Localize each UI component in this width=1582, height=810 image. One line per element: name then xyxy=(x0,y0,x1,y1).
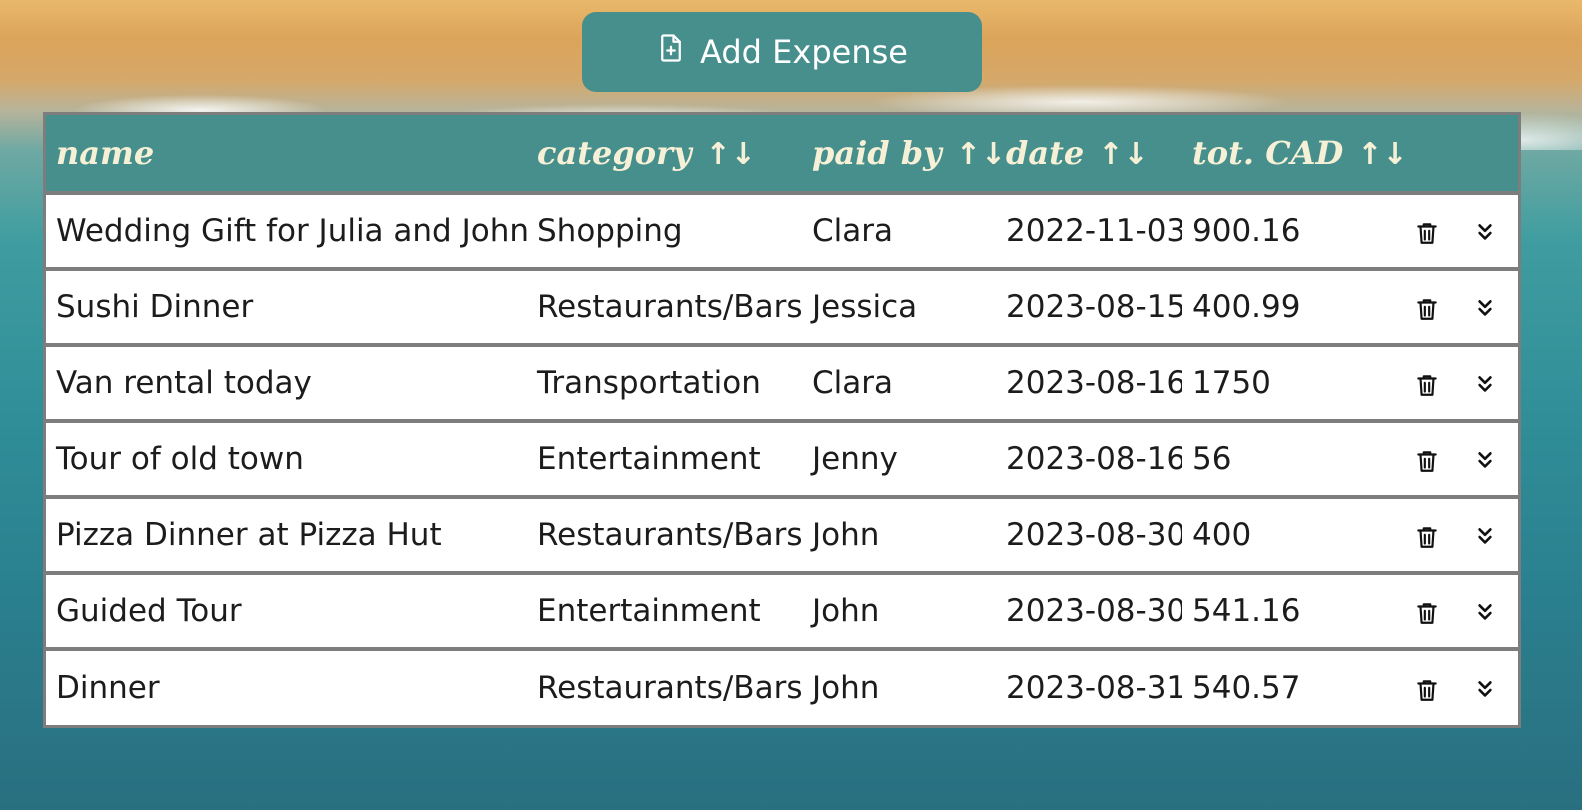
cell-category: Entertainment xyxy=(537,441,761,477)
chevron-double-down-icon[interactable] xyxy=(1470,218,1500,248)
table-row: Guided Tour Entertainment John 2023-08-3… xyxy=(46,573,1518,649)
row-actions xyxy=(1382,573,1518,649)
cell-total: 540.57 xyxy=(1192,670,1301,706)
cell-date: 2023-08-16 xyxy=(1006,365,1182,401)
chevron-double-down-icon[interactable] xyxy=(1470,294,1500,324)
column-header-label: name xyxy=(56,134,155,172)
row-actions xyxy=(1382,649,1518,725)
cell-name: Pizza Dinner at Pizza Hut xyxy=(56,517,442,553)
column-header-total: tot. CAD ↑↓ xyxy=(1182,115,1408,193)
cell-total: 1750 xyxy=(1192,365,1271,401)
trash-icon[interactable] xyxy=(1412,294,1442,324)
chevron-double-down-icon[interactable] xyxy=(1470,598,1500,628)
column-header-date: date ↑↓ xyxy=(996,115,1182,193)
chevron-double-down-icon[interactable] xyxy=(1470,446,1500,476)
trash-icon[interactable] xyxy=(1412,446,1442,476)
trash-icon[interactable] xyxy=(1412,675,1442,705)
trash-icon[interactable] xyxy=(1412,370,1442,400)
cell-date: 2023-08-15 xyxy=(1006,289,1182,325)
row-actions xyxy=(1382,345,1518,421)
add-expense-button[interactable]: Add Expense xyxy=(582,12,982,92)
table-row: Tour of old town Entertainment Jenny 202… xyxy=(46,421,1518,497)
cell-paid-by: John xyxy=(812,670,880,706)
table-row: Wedding Gift for Julia and John Shopping… xyxy=(46,193,1518,269)
column-header-label: paid by xyxy=(812,134,942,172)
table-row: Van rental today Transportation Clara 20… xyxy=(46,345,1518,421)
column-header-paid-by: paid by ↑↓ xyxy=(802,115,1006,193)
cell-paid-by: John xyxy=(812,517,880,553)
cell-category: Restaurants/Bars xyxy=(537,289,802,325)
chevron-double-down-icon[interactable] xyxy=(1470,522,1500,552)
cell-total: 56 xyxy=(1192,441,1232,477)
cell-total: 541.16 xyxy=(1192,593,1301,629)
chevron-double-down-icon[interactable] xyxy=(1470,370,1500,400)
table-row: Dinner Restaurants/Bars John 2023-08-31 … xyxy=(46,649,1518,725)
column-header-label: category xyxy=(537,134,692,172)
trash-icon[interactable] xyxy=(1412,218,1442,248)
cell-category: Transportation xyxy=(537,365,761,401)
cell-date: 2023-08-16 xyxy=(1006,441,1182,477)
cell-total: 900.16 xyxy=(1192,213,1301,249)
cell-name: Tour of old town xyxy=(56,441,304,477)
cell-name: Guided Tour xyxy=(56,593,242,629)
row-actions xyxy=(1382,497,1518,573)
cell-total: 400.99 xyxy=(1192,289,1301,325)
cell-category: Restaurants/Bars xyxy=(537,670,802,706)
expenses-table: name category ↑↓ paid by ↑↓ date ↑↓ tot. CA… xyxy=(43,112,1521,728)
cell-name: Van rental today xyxy=(56,365,312,401)
sort-icon[interactable]: ↑↓ xyxy=(956,137,1006,172)
column-header-name: name xyxy=(46,115,527,193)
row-actions xyxy=(1382,421,1518,497)
table-header-row: name category ↑↓ paid by ↑↓ date ↑↓ tot. CA… xyxy=(46,115,1518,193)
cell-category: Restaurants/Bars xyxy=(537,517,802,553)
cell-total: 400 xyxy=(1192,517,1252,553)
sort-icon[interactable]: ↑↓ xyxy=(1357,137,1407,172)
cell-paid-by: Jessica xyxy=(812,289,918,325)
trash-icon[interactable] xyxy=(1412,598,1442,628)
cell-category: Entertainment xyxy=(537,593,761,629)
cell-paid-by: John xyxy=(812,593,880,629)
cell-name: Dinner xyxy=(56,670,160,706)
table-row: Sushi Dinner Restaurants/Bars Jessica 20… xyxy=(46,269,1518,345)
row-actions xyxy=(1382,193,1518,269)
cell-name: Sushi Dinner xyxy=(56,289,254,325)
column-header-category: category ↑↓ xyxy=(527,115,802,193)
column-header-label: date xyxy=(1006,134,1085,172)
cell-date: 2023-08-30 xyxy=(1006,593,1182,629)
file-plus-icon xyxy=(656,33,686,71)
cell-paid-by: Jenny xyxy=(812,441,898,477)
add-expense-label: Add Expense xyxy=(700,33,908,71)
table-row: Pizza Dinner at Pizza Hut Restaurants/Ba… xyxy=(46,497,1518,573)
sort-icon[interactable]: ↑↓ xyxy=(706,137,756,172)
row-actions xyxy=(1382,269,1518,345)
cell-date: 2022-11-03 xyxy=(1006,213,1182,249)
cell-name: Wedding Gift for Julia and John xyxy=(56,213,527,249)
chevron-double-down-icon[interactable] xyxy=(1470,675,1500,705)
cell-paid-by: Clara xyxy=(812,365,893,401)
sort-icon[interactable]: ↑↓ xyxy=(1098,137,1148,172)
cell-category: Shopping xyxy=(537,213,683,249)
cell-date: 2023-08-31 xyxy=(1006,670,1182,706)
trash-icon[interactable] xyxy=(1412,522,1442,552)
column-header-label: tot. CAD xyxy=(1192,134,1344,172)
cell-paid-by: Clara xyxy=(812,213,893,249)
cell-date: 2023-08-30 xyxy=(1006,517,1182,553)
